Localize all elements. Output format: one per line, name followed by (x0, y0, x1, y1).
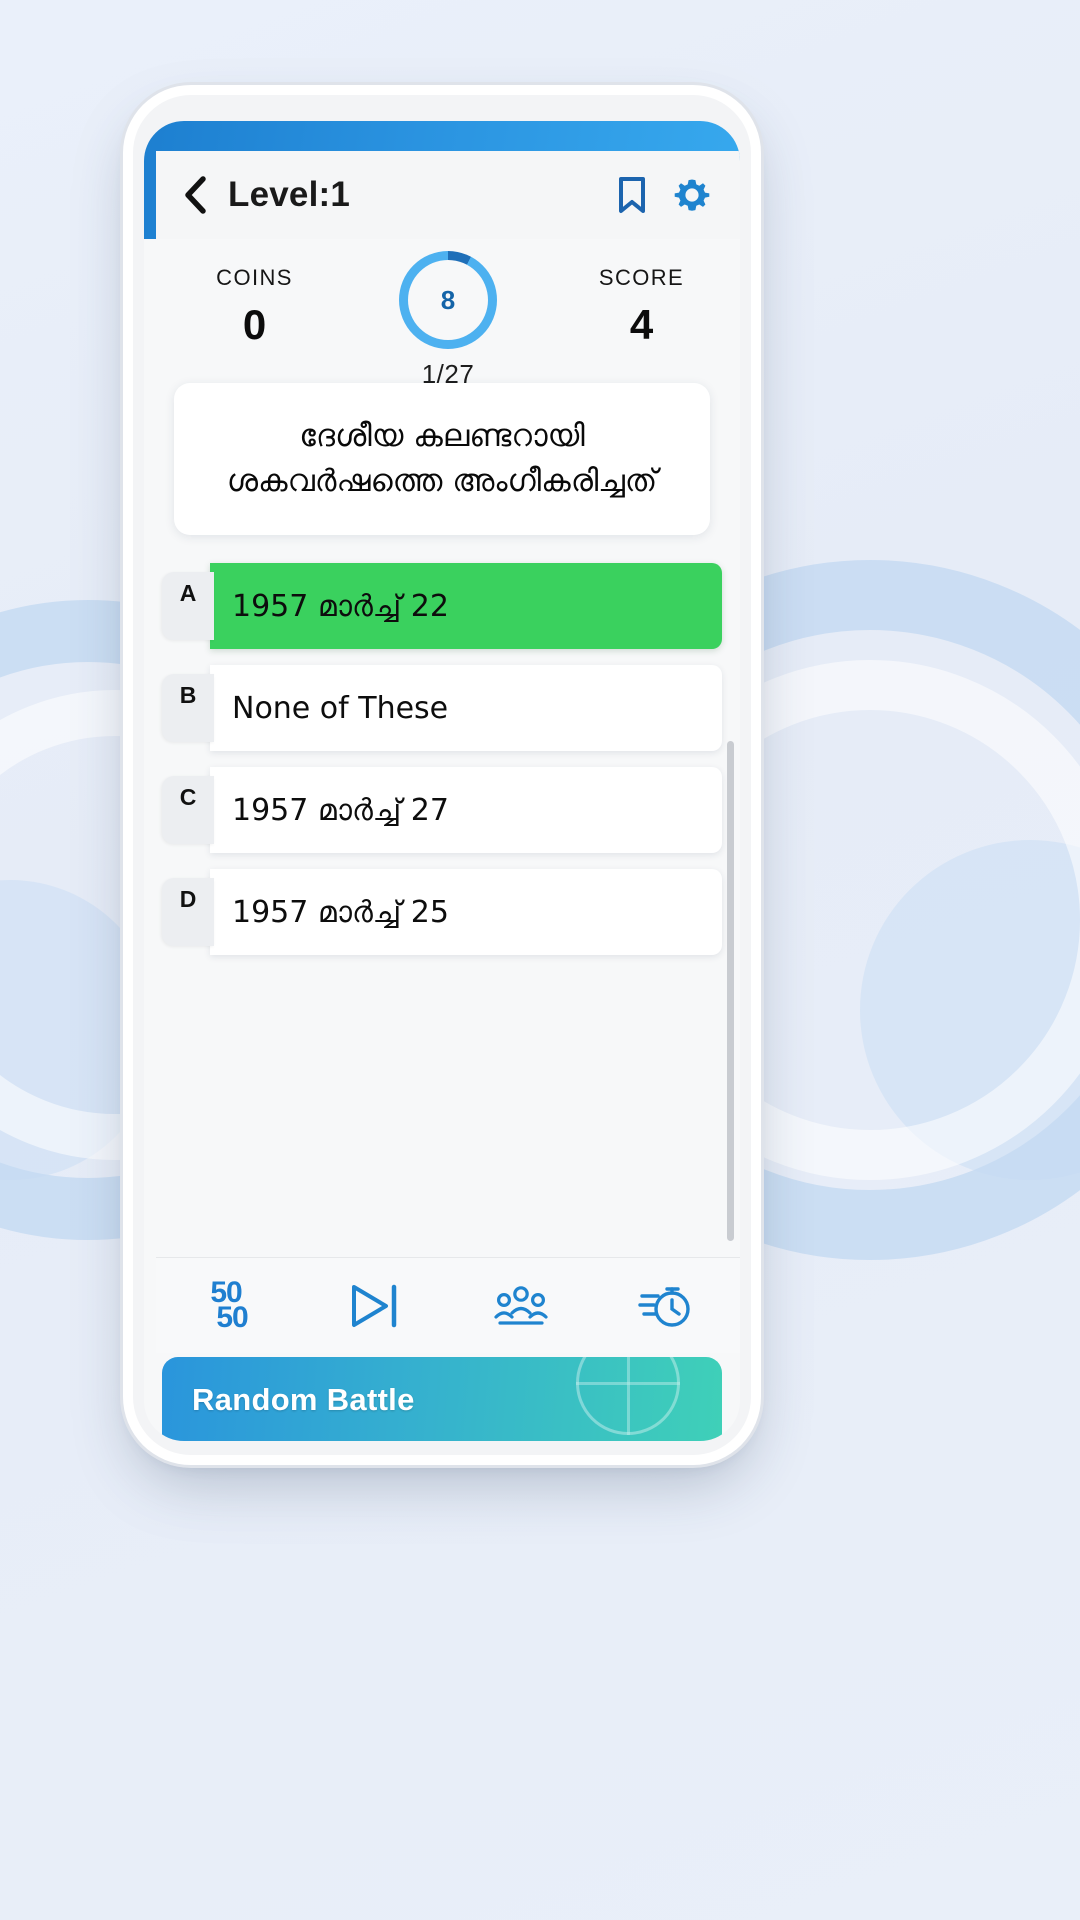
option-key-d: D (162, 878, 214, 946)
vertical-scrollbar[interactable] (727, 741, 734, 1241)
answer-option-d[interactable]: D 1957 മാർച്ച് 25 (162, 869, 722, 955)
back-button[interactable] (172, 173, 216, 217)
globe-icon (576, 1357, 680, 1435)
question-card: ദേശീയ കലണ്ടറായി ശകവർഷത്തെ അംഗീകരിച്ചത് (174, 383, 710, 535)
bookmark-icon (619, 177, 645, 213)
option-text-c: 1957 മാർച്ച് 27 (210, 767, 722, 853)
coins-label: COINS (216, 265, 293, 290)
answer-option-c[interactable]: C 1957 മാർച്ച് 27 (162, 767, 722, 853)
phone-device: Level:1 COINS 0 8 1/27 SCORE 4 ദേശീയ കലണ… (133, 95, 751, 1455)
chevron-left-icon (185, 176, 206, 214)
extra-time-lifeline[interactable] (594, 1258, 740, 1353)
option-key-c: C (162, 776, 214, 844)
option-key-b: B (162, 674, 214, 742)
answer-option-b[interactable]: B None of These (162, 665, 722, 751)
score-stat: SCORE 4 (543, 239, 740, 349)
random-battle-label: Random Battle (192, 1382, 415, 1417)
audience-people-icon (494, 1285, 548, 1325)
option-text-d: 1957 മാർച്ച് 25 (210, 869, 722, 955)
answer-options-list: A 1957 മാർച്ച് 22 B None of These C 1957… (162, 563, 722, 971)
option-text-a: 1957 മാർച്ച് 22 (210, 563, 722, 649)
stopwatch-icon (638, 1286, 690, 1327)
fifty-fifty-lifeline[interactable]: 50 50 (156, 1258, 302, 1353)
countdown-timer-ring: 8 (399, 251, 497, 349)
fifty-fifty-bottom: 50 (216, 1300, 248, 1334)
settings-button[interactable] (666, 169, 718, 221)
timer-value: 8 (440, 284, 456, 315)
fifty-fifty-icon: 50 50 (210, 1278, 248, 1334)
audience-poll-lifeline[interactable] (448, 1258, 594, 1353)
score-label: SCORE (598, 265, 685, 290)
score-value: 4 (629, 301, 654, 348)
phone-screen: Level:1 COINS 0 8 1/27 SCORE 4 ദേശീയ കലണ… (144, 121, 740, 1441)
app-bar: Level:1 (156, 151, 740, 239)
coins-value: 0 (242, 301, 267, 348)
bookmark-button[interactable] (606, 169, 658, 221)
gear-icon (674, 179, 710, 211)
random-battle-banner[interactable]: Random Battle (162, 1357, 722, 1441)
page-title: Level:1 (228, 175, 351, 214)
timer-column: 8 1/27 (353, 239, 543, 390)
lifeline-toolbar: 50 50 (156, 1257, 740, 1353)
question-text: ദേശീയ കലണ്ടറായി ശകവർഷത്തെ അംഗീകരിച്ചത് (226, 418, 658, 499)
coins-stat: COINS 0 (156, 239, 353, 349)
skip-question-button[interactable] (302, 1258, 448, 1353)
stats-bar: COINS 0 8 1/27 SCORE 4 (156, 239, 740, 389)
answer-option-a[interactable]: A 1957 മാർച്ച് 22 (162, 563, 722, 649)
play-skip-icon (352, 1284, 397, 1327)
option-key-a: A (162, 572, 214, 640)
option-text-b: None of These (210, 665, 722, 751)
